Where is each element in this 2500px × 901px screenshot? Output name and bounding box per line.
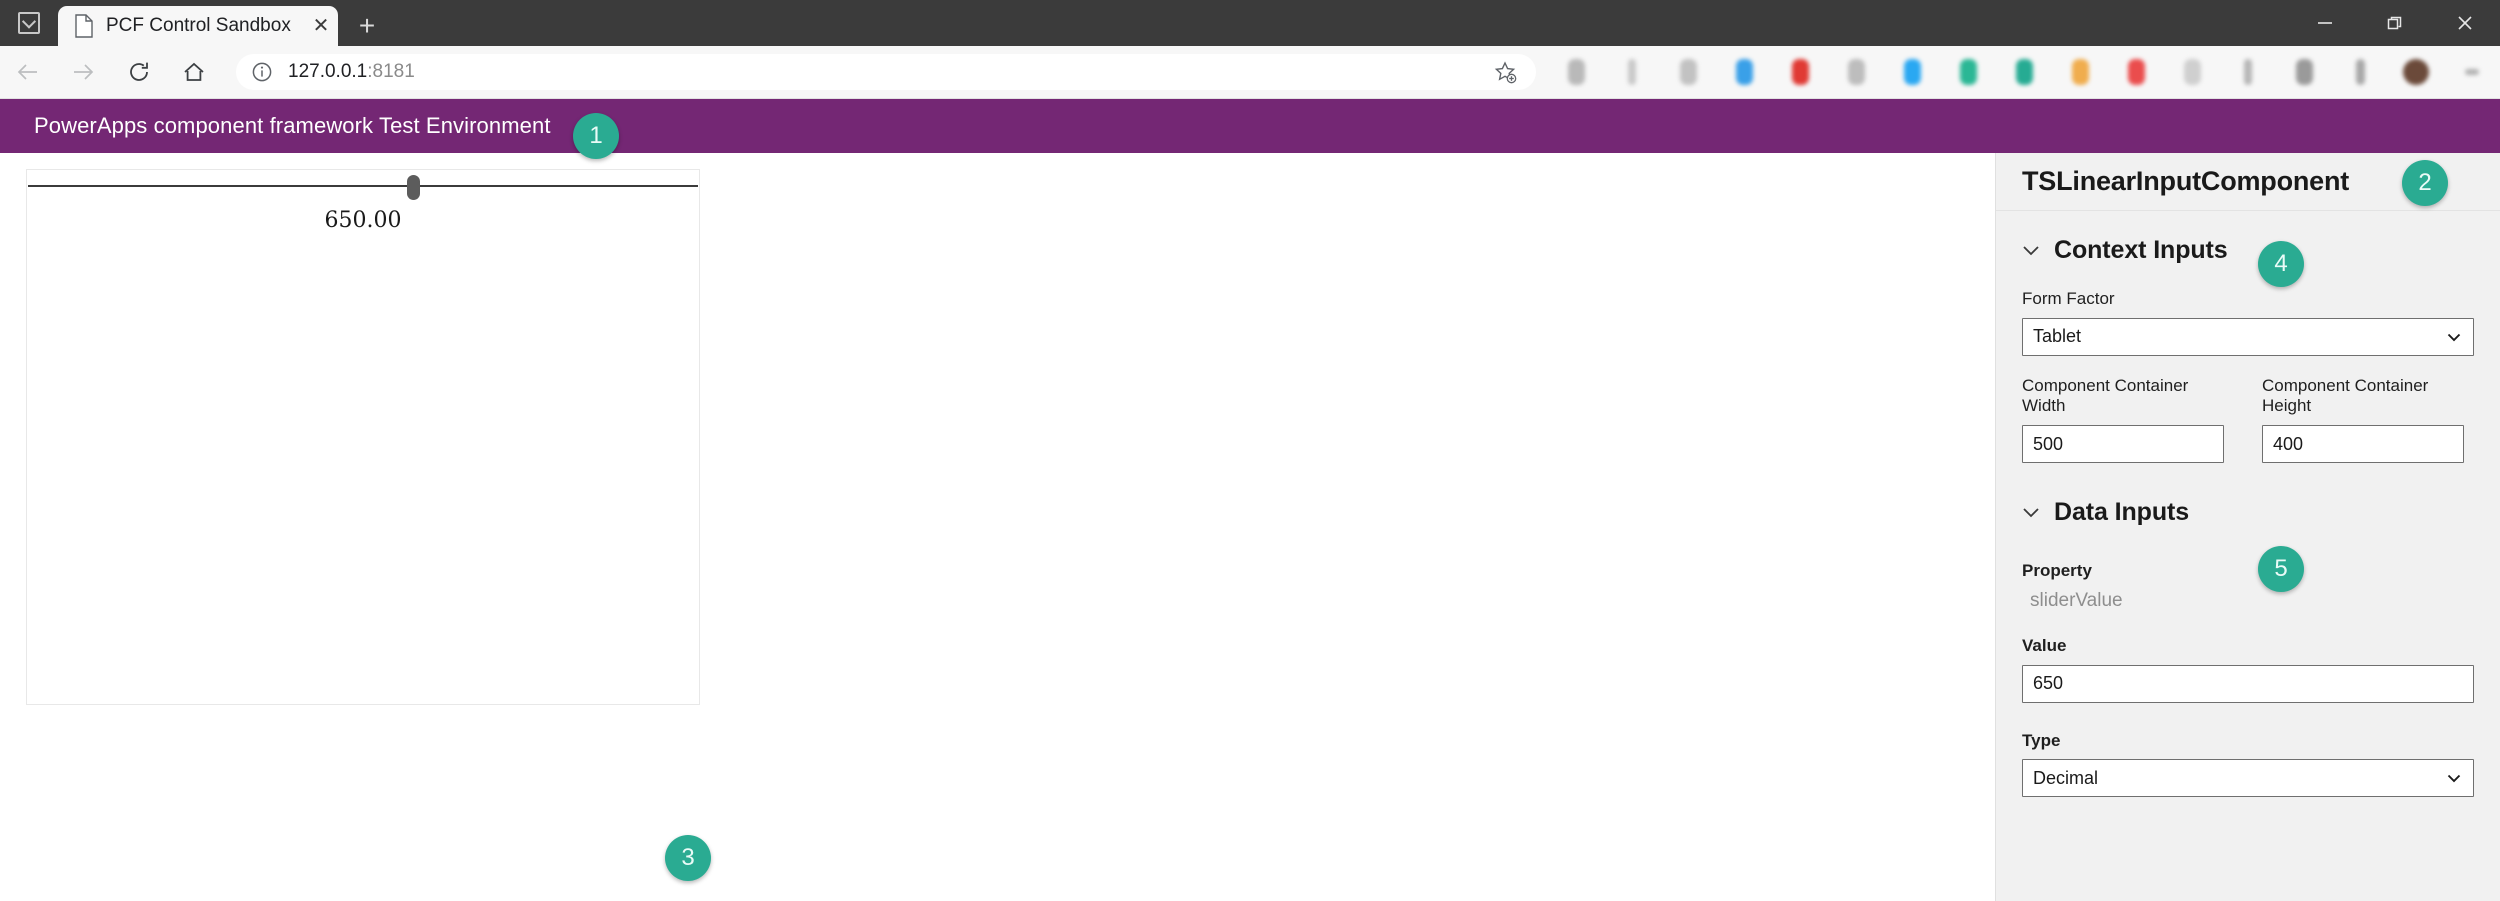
extension-icon[interactable]	[2052, 46, 2108, 98]
forward-icon[interactable]	[56, 46, 112, 98]
annotation-badge-1: 1	[573, 113, 619, 159]
browser-toolbar: 127.0.0.1:8181	[0, 46, 2500, 99]
annotation-badge-2: 2	[2402, 160, 2448, 206]
app-icon	[18, 12, 40, 34]
annotation-badge-4: 4	[2258, 241, 2304, 287]
extension-icon[interactable]	[1660, 46, 1716, 98]
window-controls	[2290, 0, 2500, 46]
info-circle-icon[interactable]	[250, 60, 274, 84]
form-factor-select[interactable]: Tablet	[2022, 317, 2474, 356]
page-icon	[74, 14, 94, 38]
form-factor-label: Form Factor	[2022, 289, 2115, 308]
close-icon[interactable]: ✕	[304, 9, 338, 43]
type-label: Type	[2022, 730, 2061, 750]
chevron-down-icon[interactable]	[2016, 235, 2046, 265]
value-input[interactable]: 650	[2022, 664, 2474, 703]
slider-value-label: 650.00	[324, 208, 402, 233]
extension-icon[interactable]	[1716, 46, 1772, 98]
extension-icon[interactable]	[2276, 46, 2332, 98]
component-container: 650.00	[26, 169, 700, 705]
more-icon[interactable]	[2444, 46, 2500, 98]
value-input-text: 650	[2033, 673, 2064, 694]
form-factor-field: Form Factor Tablet	[2022, 289, 2474, 356]
home-icon[interactable]	[167, 46, 223, 98]
close-window-button[interactable]	[2430, 0, 2500, 46]
form-factor-value: Tablet	[2033, 326, 2082, 347]
app-header-title: PowerApps component framework Test Envir…	[34, 113, 551, 138]
extension-icon[interactable]	[1828, 46, 1884, 98]
refresh-icon[interactable]	[111, 46, 167, 98]
browser-window: PCF Control Sandbox ✕ + 127.0.0.1:8181 P…	[0, 0, 2500, 901]
extension-icon[interactable]	[1996, 46, 2052, 98]
type-value: Decimal	[2033, 767, 2099, 788]
address-bar[interactable]: 127.0.0.1:8181	[236, 54, 1536, 90]
extension-icon[interactable]	[2164, 46, 2220, 98]
new-tab-button[interactable]: +	[344, 6, 390, 46]
annotation-badge-5: 5	[2258, 546, 2304, 592]
back-icon[interactable]	[0, 46, 56, 98]
container-width-field: Component Container Width 500	[2022, 375, 2224, 464]
type-select[interactable]: Decimal	[2022, 759, 2474, 798]
data-inputs-title: Data Inputs	[2054, 497, 2190, 526]
property-value: sliderValue	[2030, 589, 2123, 611]
data-inputs-header[interactable]: Data Inputs	[2016, 463, 2474, 561]
container-height-input[interactable]: 400	[2262, 425, 2464, 464]
extension-icon[interactable]	[2332, 46, 2388, 98]
extension-toolbar	[1548, 46, 2500, 98]
context-inputs-title: Context Inputs	[2054, 235, 2228, 264]
chevron-down-icon	[2445, 769, 2463, 787]
annotation-badge-3: 3	[665, 835, 711, 881]
avatar[interactable]	[2388, 46, 2444, 98]
url-port: :8181	[367, 61, 415, 82]
value-field: Value 650	[2022, 636, 2474, 703]
app-header: PowerApps component framework Test Envir…	[0, 99, 2500, 153]
chevron-down-icon	[2445, 328, 2463, 346]
container-size-fields: Component Container Width 500 Component …	[2022, 375, 2474, 464]
property-label: Property	[2022, 561, 2092, 581]
minimize-button[interactable]	[2290, 0, 2360, 46]
address-bar-actions	[1488, 55, 1522, 89]
add-favorite-icon[interactable]	[1488, 55, 1522, 89]
context-inputs-section: Context Inputs Form Factor Tablet Compon…	[1996, 211, 2500, 464]
container-height-value: 400	[2273, 433, 2304, 454]
tab-strip: PCF Control Sandbox ✕ +	[0, 0, 2500, 46]
url-text: 127.0.0.1:8181	[288, 61, 415, 83]
extension-icon[interactable]	[1772, 46, 1828, 98]
slider-thumb[interactable]	[406, 175, 420, 200]
maximize-restore-button[interactable]	[2360, 0, 2430, 46]
container-height-label: Component Container Height	[2262, 375, 2429, 416]
tab-title: PCF Control Sandbox	[106, 15, 291, 36]
extension-icon[interactable]	[1604, 46, 1660, 98]
container-width-value: 500	[2033, 433, 2064, 454]
container-height-field: Component Container Height 400	[2262, 375, 2464, 464]
extension-icon[interactable]	[2220, 46, 2276, 98]
data-inputs-section: Data Inputs Property sliderValue Value 6…	[1996, 463, 2500, 798]
extension-icon[interactable]	[1548, 46, 1604, 98]
extension-icon[interactable]	[1884, 46, 1940, 98]
type-field: Type Decimal	[2022, 731, 2474, 798]
slider[interactable]	[28, 174, 698, 200]
context-inputs-header[interactable]: Context Inputs	[2016, 211, 2474, 289]
container-width-input[interactable]: 500	[2022, 425, 2224, 464]
test-harness-body: 1 650.00 3 TSLinearInputComponent Contex…	[0, 113, 2500, 901]
container-width-label: Component Container Width	[2022, 375, 2189, 416]
url-host: 127.0.0.1	[288, 61, 368, 82]
browser-tab[interactable]: PCF Control Sandbox ✕	[58, 6, 338, 46]
property-field: Property sliderValue	[2022, 561, 2474, 612]
value-label: Value	[2022, 635, 2067, 655]
properties-panel: TSLinearInputComponent Context Inputs Fo…	[1995, 153, 2500, 901]
linear-input-control: 650.00	[27, 170, 699, 233]
extension-icon[interactable]	[2108, 46, 2164, 98]
system-menu-button[interactable]	[0, 0, 58, 46]
slider-track[interactable]	[28, 185, 698, 187]
chevron-down-icon[interactable]	[2016, 497, 2046, 527]
page-title: TSLinearInputComponent	[2022, 166, 2350, 196]
extension-icon[interactable]	[1940, 46, 1996, 98]
